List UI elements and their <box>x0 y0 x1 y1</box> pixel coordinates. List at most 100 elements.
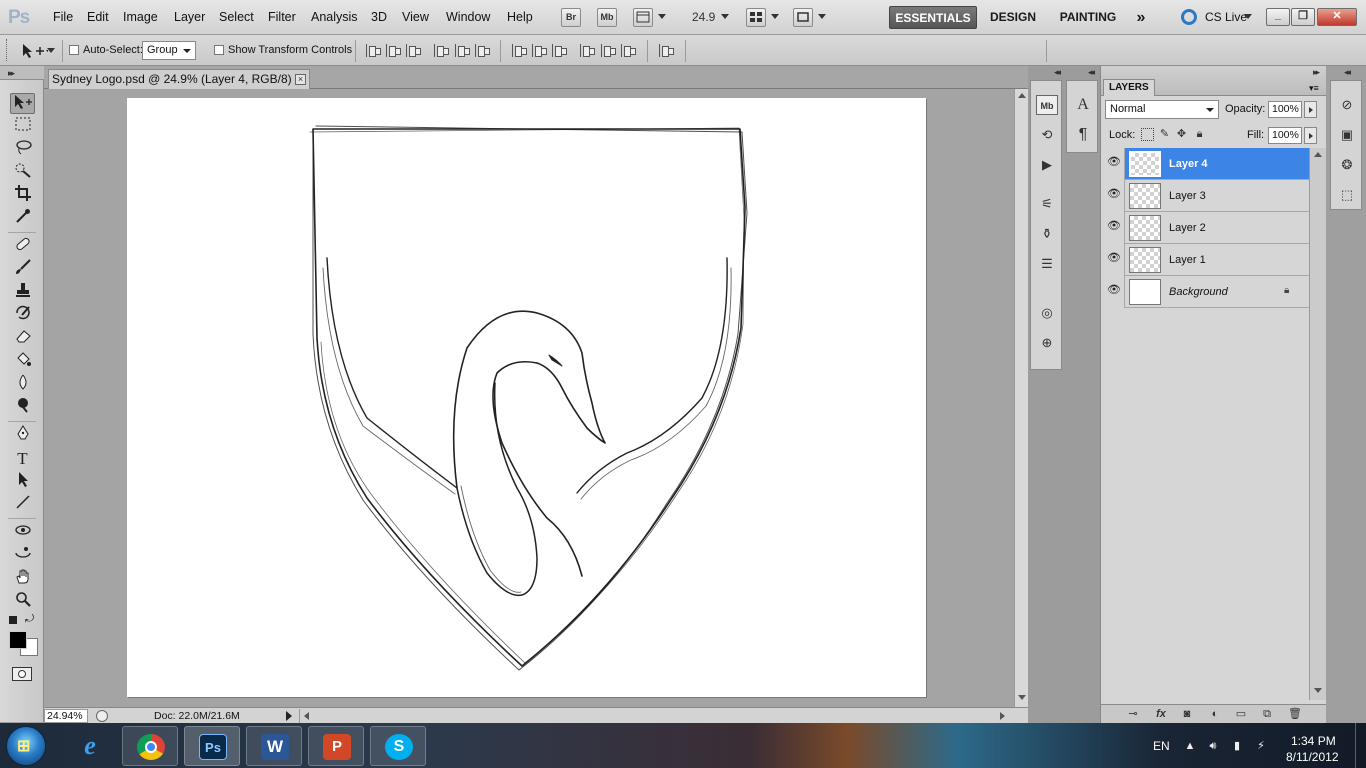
menu-layer[interactable]: Layer <box>174 10 205 24</box>
eyedropper-tool-icon[interactable] <box>10 208 35 229</box>
menu-window[interactable]: Window <box>446 10 490 24</box>
visibility-toggle[interactable]: 👁︎ <box>1101 180 1125 212</box>
opacity-slider-button[interactable] <box>1304 101 1317 118</box>
show-desktop-button[interactable] <box>1355 723 1366 768</box>
new-layer-icon[interactable]: ⧉ <box>1259 707 1275 721</box>
scroll-right-icon[interactable] <box>1000 712 1005 720</box>
line-tool-icon[interactable] <box>10 494 35 515</box>
restore-button[interactable]: ❐ <box>1291 8 1315 26</box>
more-workspaces-icon[interactable]: » <box>1132 6 1150 29</box>
pen-tool-icon[interactable] <box>10 425 35 446</box>
align-vertical-center-icon[interactable] <box>386 44 401 57</box>
vertical-scrollbar[interactable] <box>1014 89 1028 707</box>
collapse-dock-icon[interactable]: ◂◂ <box>1344 67 1351 78</box>
windows-start-icon[interactable]: ⊞ <box>6 726 46 766</box>
mini-bridge-panel-icon[interactable]: Mb <box>1036 95 1058 115</box>
powerpoint-icon[interactable]: P <box>308 726 364 766</box>
menu-3d[interactable]: 3D <box>371 10 387 24</box>
spot-healing-tool-icon[interactable] <box>10 236 35 257</box>
visibility-toggle[interactable]: 👁︎ <box>1101 148 1125 180</box>
zoom-tool-icon[interactable] <box>10 591 35 612</box>
close-button[interactable]: ✕ <box>1317 8 1357 26</box>
history-brush-tool-icon[interactable] <box>10 305 35 326</box>
skype-icon[interactable]: S <box>370 726 426 766</box>
distribute-right-icon[interactable] <box>621 44 636 57</box>
scroll-left-icon[interactable] <box>304 712 309 720</box>
swap-colors-icon[interactable]: ⤾ <box>25 613 34 626</box>
clone-stamp-tool-icon[interactable] <box>10 282 35 303</box>
lock-image-icon[interactable]: ✎ <box>1158 128 1171 141</box>
actions-panel-icon[interactable]: ▶ <box>1036 155 1058 175</box>
layer-row[interactable]: 👁︎ Layer 4 <box>1101 148 1309 180</box>
3d-orbit-tool-icon[interactable] <box>10 545 35 566</box>
distribute-vertical-center-icon[interactable] <box>532 44 547 57</box>
panel-menu-icon[interactable]: ▾≡ <box>1309 83 1319 94</box>
zoom-percent-field[interactable]: 24.94% <box>44 709 88 723</box>
canvas-workspace[interactable] <box>44 89 1014 707</box>
distribute-horizontal-center-icon[interactable] <box>601 44 616 57</box>
scroll-up-icon[interactable] <box>1018 93 1026 98</box>
history-panel-icon[interactable]: ⟲ <box>1036 125 1058 145</box>
auto-select-checkbox[interactable] <box>69 45 79 55</box>
channels-panel-icon[interactable]: ❂ <box>1337 155 1357 175</box>
bridge-button[interactable]: Br <box>561 8 581 27</box>
adjustment-layer-icon[interactable]: ◐ <box>1207 707 1223 721</box>
fill-slider-button[interactable] <box>1304 127 1317 144</box>
eraser-tool-icon[interactable] <box>10 328 35 349</box>
fill-field[interactable]: 100% <box>1268 127 1302 144</box>
add-mask-icon[interactable]: ◙ <box>1179 707 1195 721</box>
chevron-down-icon[interactable] <box>658 14 666 19</box>
align-right-icon[interactable] <box>475 44 490 57</box>
adjustments-panel-icon[interactable]: ⚟ <box>1036 194 1058 214</box>
auto-align-layers-icon[interactable] <box>659 44 674 57</box>
link-layers-icon[interactable]: ⊸ <box>1125 707 1141 721</box>
cs-live-icon[interactable] <box>1181 9 1197 25</box>
character-panel-icon[interactable]: A <box>1072 95 1094 115</box>
workspace-essentials[interactable]: ESSENTIALS <box>889 6 977 29</box>
dodge-tool-icon[interactable] <box>10 397 35 418</box>
menu-image[interactable]: Image <box>123 10 158 24</box>
tools-panel-header[interactable]: ▸▸ <box>0 66 44 80</box>
tab-layers[interactable]: LAYERS <box>1103 79 1155 96</box>
paint-bucket-tool-icon[interactable] <box>10 351 35 372</box>
move-tool-preset-icon[interactable] <box>20 42 49 60</box>
extras-icon[interactable] <box>633 8 653 27</box>
quick-selection-tool-icon[interactable] <box>10 162 35 183</box>
power-icon[interactable]: ⚡︎ <box>1254 739 1268 753</box>
language-indicator[interactable]: EN <box>1153 739 1170 753</box>
mini-bridge-button[interactable]: Mb <box>597 8 617 27</box>
status-menu-arrow-icon[interactable] <box>286 711 292 721</box>
delete-layer-icon[interactable]: 🗑︎ <box>1287 707 1303 721</box>
layer-row[interactable]: 👁︎ Background 🔒︎ <box>1101 276 1309 308</box>
volume-icon[interactable]: 🔊︎ <box>1206 739 1220 753</box>
menu-file[interactable]: File <box>53 10 73 24</box>
transform-controls-checkbox[interactable] <box>214 45 224 55</box>
document-tab[interactable]: Sydney Logo.psd @ 24.9% (Layer 4, RGB/8)… <box>48 69 310 89</box>
scroll-down-icon[interactable] <box>1314 688 1322 693</box>
align-left-icon[interactable] <box>434 44 449 57</box>
chevron-down-icon[interactable] <box>47 48 55 53</box>
crop-tool-icon[interactable] <box>10 185 35 206</box>
chevron-down-icon[interactable] <box>721 14 729 19</box>
clock-time[interactable]: 1:34 PM <box>1291 734 1336 748</box>
tool-presets-panel-icon[interactable]: ☰ <box>1036 254 1058 274</box>
layer-name[interactable]: Layer 2 <box>1169 222 1206 234</box>
type-tool-icon[interactable]: T <box>10 448 35 469</box>
workspace-painting[interactable]: PAINTING <box>1052 6 1124 29</box>
menu-help[interactable]: Help <box>507 10 533 24</box>
lock-position-icon[interactable]: ✥ <box>1175 128 1188 141</box>
visibility-toggle[interactable]: 👁︎ <box>1101 276 1125 308</box>
new-group-icon[interactable]: ▭ <box>1233 707 1249 721</box>
layer-name[interactable]: Layer 4 <box>1169 158 1208 170</box>
blur-tool-icon[interactable] <box>10 374 35 395</box>
internet-explorer-icon[interactable]: e <box>62 726 118 766</box>
scroll-up-icon[interactable] <box>1314 152 1322 157</box>
clock-date[interactable]: 8/11/2012 <box>1286 750 1339 764</box>
zoom-level[interactable]: 24.9 <box>692 10 715 24</box>
word-icon[interactable]: W <box>246 726 302 766</box>
align-bottom-icon[interactable] <box>406 44 421 57</box>
status-info-icon[interactable] <box>96 710 108 722</box>
auto-select-dropdown[interactable]: Group <box>142 41 196 60</box>
chevron-down-icon[interactable] <box>1244 14 1252 19</box>
layer-row[interactable]: 👁︎ Layer 3 <box>1101 180 1309 212</box>
